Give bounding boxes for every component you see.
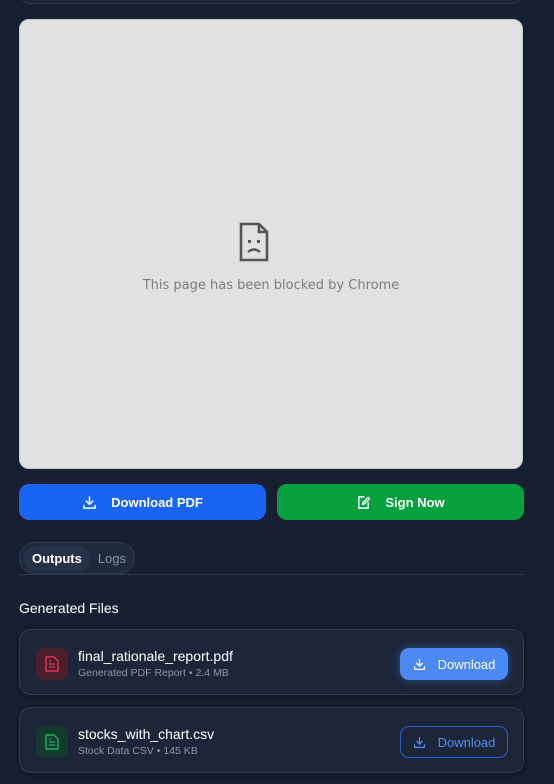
sign-now-label: Sign Now [385, 494, 445, 510]
csv-file-icon-box [36, 726, 68, 758]
blocked-page-icon [239, 222, 269, 262]
previous-card [19, 0, 524, 4]
sign-now-button[interactable]: Sign Now [277, 484, 524, 520]
download-label: Download [437, 656, 496, 672]
tabs-divider [19, 574, 524, 575]
file-meta: Stock Data CSV • 145 KB [78, 745, 198, 757]
file-name: final_rationale_report.pdf [78, 648, 233, 664]
file-name: stocks_with_chart.csv [78, 726, 215, 742]
page: This page has been blocked by Chrome Dow… [0, 0, 554, 784]
output-tabs: Outputs Logs [19, 542, 135, 574]
download-icon [413, 736, 425, 748]
download-pdf-button[interactable]: Download PDF [19, 484, 266, 520]
download-label: Download [437, 734, 496, 750]
file-card: final_rationale_report.pdf Generated PDF… [19, 629, 524, 695]
download-file-button[interactable]: Download [400, 648, 508, 680]
file-card: stocks_with_chart.csv Stock Data CSV • 1… [19, 707, 524, 773]
download-file-button[interactable]: Download [400, 726, 508, 758]
download-icon [413, 658, 425, 670]
tab-logs[interactable]: Logs [90, 546, 134, 571]
tab-outputs[interactable]: Outputs [24, 545, 90, 571]
blocked-message: This page has been blocked by Chrome [142, 278, 400, 293]
file-text-icon [45, 734, 59, 750]
generated-files-heading: Generated Files [19, 600, 119, 616]
download-pdf-label: Download PDF [111, 494, 203, 510]
pdf-file-icon-box [36, 648, 68, 680]
file-text-icon [45, 656, 59, 672]
download-icon [83, 495, 97, 509]
sign-edit-icon [358, 495, 371, 509]
file-meta: Generated PDF Report • 2.4 MB [78, 667, 229, 679]
pdf-preview-frame: This page has been blocked by Chrome [19, 19, 523, 469]
